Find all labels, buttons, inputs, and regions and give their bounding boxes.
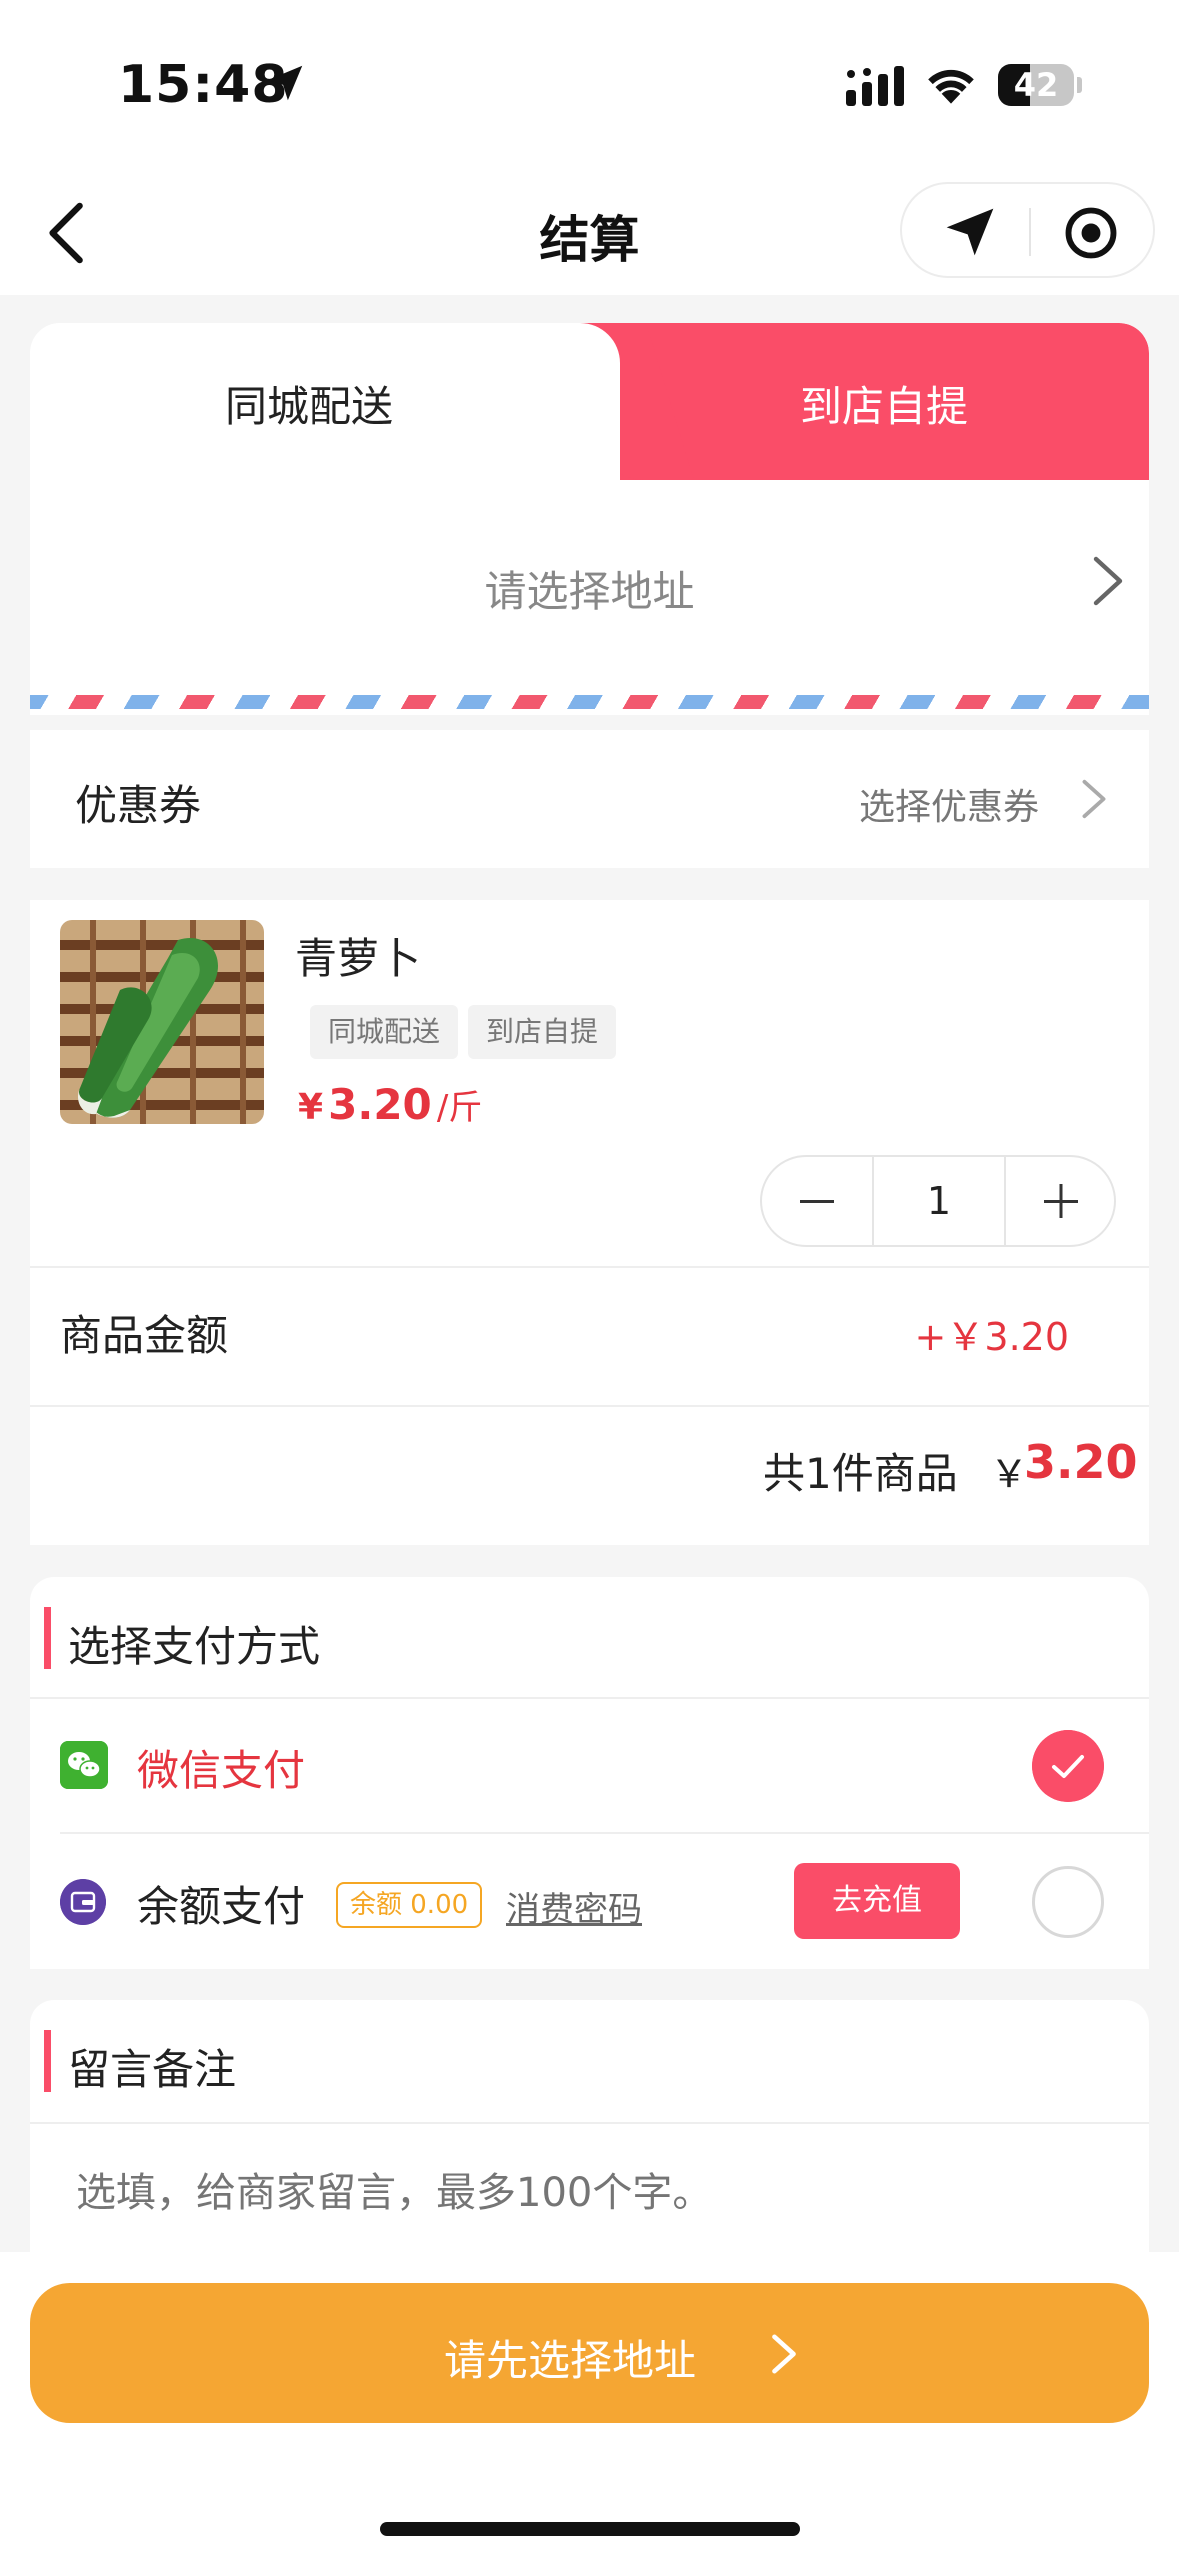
balance-pay-radio[interactable] [1032, 1866, 1104, 1938]
chevron-right-icon [772, 2334, 796, 2374]
quantity-value[interactable]: 1 [872, 1157, 1006, 1245]
coupon-label: 优惠券 [75, 781, 202, 830]
balance-pay-label: 余额支付 [137, 1882, 306, 1931]
status-bar: 15:48 42 [0, 0, 1179, 170]
navigation-bar: 结算 [0, 170, 1179, 295]
cellular-signal-icon [846, 66, 904, 106]
battery-indicator: 42 [998, 64, 1082, 106]
total-amount: 3.20 [1024, 1435, 1138, 1489]
product-tag-city-delivery: 同城配送 [310, 1005, 459, 1059]
tab-store-pickup-label: 到店自提 [800, 382, 969, 431]
increase-quantity-button[interactable] [1006, 1157, 1116, 1245]
goods-amount-label: 商品金额 [60, 1311, 229, 1360]
close-target-icon[interactable] [1064, 206, 1118, 260]
payment-method-card: 选择支付方式 微信支付 余额支付 余额 0.00 消费密码 去充值 [30, 1577, 1149, 1969]
tab-city-delivery[interactable]: 同城配送 [30, 323, 620, 480]
wallet-icon [60, 1879, 106, 1925]
home-indicator [380, 2522, 800, 2536]
airmail-border [30, 695, 1149, 709]
consume-password-link[interactable]: 消费密码 [506, 1882, 642, 1931]
total-item-count: 共1件商品 [763, 1449, 958, 1498]
bottom-action-bar: 请先选择地址 [0, 2252, 1179, 2556]
price-value: 3.20 [328, 1080, 432, 1129]
wechat-pay-radio-checked[interactable] [1032, 1730, 1104, 1802]
remark-card: 留言备注 [30, 2000, 1149, 2255]
total-currency: ￥ [990, 1452, 1029, 1496]
product-tag-store-pickup: 到店自提 [468, 1005, 617, 1059]
tab-city-delivery-label: 同城配送 [225, 382, 394, 431]
miniprogram-capsule [900, 182, 1155, 278]
price-unit: /斤 [436, 1088, 483, 1128]
location-arrow-icon [267, 65, 303, 101]
divider [60, 1832, 1149, 1834]
select-coupon-link[interactable]: 选择优惠券 [859, 778, 1039, 830]
checkout-page: 15:48 42 结算 到店自提 同城配送 请选择地址 优惠券 选择优惠券 青萝… [0, 0, 1179, 2556]
payment-section-title: 选择支付方式 [68, 1622, 321, 1671]
product-price: ¥ 3.20 /斤 [298, 1080, 482, 1129]
wechat-pay-label: 微信支付 [137, 1746, 306, 1795]
balance-amount-badge: 余额 0.00 [336, 1882, 483, 1928]
remark-section-title: 留言备注 [68, 2045, 237, 2094]
address-placeholder: 请选择地址 [484, 567, 695, 616]
submit-order-button[interactable]: 请先选择地址 [30, 2283, 1149, 2423]
delivery-card: 到店自提 同城配送 请选择地址 [30, 323, 1149, 715]
wifi-icon [928, 69, 974, 104]
address-selector[interactable]: 请选择地址 [30, 480, 1149, 680]
divider [30, 1697, 1149, 1699]
decrease-quantity-button[interactable] [762, 1157, 872, 1245]
coupon-row[interactable]: 优惠券 选择优惠券 [30, 730, 1149, 868]
goods-amount-value: +￥3.20 [914, 1315, 1069, 1359]
price-currency: ¥ [298, 1087, 324, 1128]
divider [30, 2122, 1149, 2124]
recharge-button[interactable]: 去充值 [794, 1863, 960, 1939]
location-share-icon[interactable] [942, 204, 998, 260]
wechat-icon [60, 1741, 108, 1789]
product-image [60, 920, 264, 1124]
divider [30, 1266, 1149, 1268]
quantity-stepper: 1 [760, 1155, 1116, 1247]
submit-button-label: 请先选择地址 [443, 2336, 696, 2385]
divider [30, 1405, 1149, 1407]
battery-percentage: 42 [1013, 66, 1059, 104]
remark-input[interactable] [76, 2170, 1116, 2216]
product-card: 青萝卜 同城配送 到店自提 ¥ 3.20 /斤 1 商品金额 +￥3.20 共1… [30, 900, 1149, 1545]
section-accent-bar [44, 1607, 51, 1669]
product-name: 青萝卜 [295, 934, 422, 983]
chevron-right-icon [1082, 779, 1106, 819]
chevron-right-icon [1093, 556, 1123, 606]
section-accent-bar [44, 2030, 51, 2092]
tab-store-pickup[interactable]: 到店自提 [600, 323, 1149, 480]
